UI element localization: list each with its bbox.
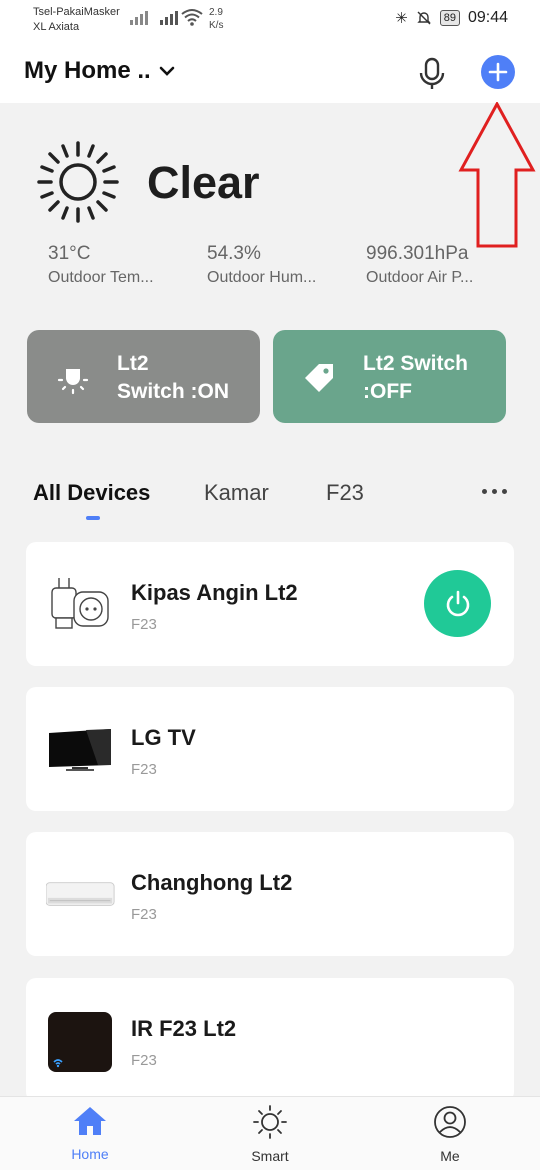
nav-me[interactable]: Me	[405, 1105, 495, 1164]
nav-label: Smart	[251, 1148, 289, 1164]
plus-icon	[488, 62, 508, 82]
chevron-down-icon	[159, 66, 175, 76]
device-room: F23	[131, 1052, 157, 1069]
scene-lt2-switch-off[interactable]: Lt2 Switch :OFF	[273, 330, 506, 423]
device-room: F23	[131, 906, 157, 923]
bottom-navigation: Home Smart Me	[0, 1096, 540, 1170]
stat-label: Outdoor Air P...	[366, 269, 474, 286]
nav-smart[interactable]: Smart	[225, 1105, 315, 1164]
tv-icon	[49, 729, 111, 771]
add-device-button[interactable]	[481, 55, 515, 89]
home-icon	[74, 1107, 106, 1135]
device-room: F23	[131, 761, 157, 778]
home-selector[interactable]: My Home ..	[24, 57, 175, 85]
power-icon	[446, 590, 470, 617]
device-card-changhong-lt2[interactable]: Changhong Lt2 F23	[26, 832, 514, 956]
scene-label-line-1: Lt2	[117, 352, 149, 375]
bluetooth-icon: ✳	[395, 10, 408, 27]
network-speed-unit: K/s	[209, 20, 224, 31]
home-name: My Home ..	[24, 57, 151, 84]
outdoor-humidity: 54.3% Outdoor Hum...	[207, 243, 337, 287]
sun-icon	[253, 1105, 287, 1139]
carrier-line-2: XL Axiata	[33, 21, 80, 33]
carrier-line-1: Tsel-PakaiMasker	[33, 6, 120, 18]
tag-icon	[305, 364, 333, 392]
network-speed-value: 2.9	[209, 7, 223, 18]
scene-label-line-2: Switch :ON	[117, 380, 230, 403]
device-name: Changhong Lt2	[131, 870, 293, 895]
status-bar: Tsel-PakaiMasker XL Axiata 2.9 K/s ✳ 89 …	[0, 0, 540, 40]
device-name: IR F23 Lt2	[131, 1016, 237, 1041]
scene-label: Lt2 Switch :OFF	[363, 350, 503, 406]
lightbulb-icon	[57, 369, 89, 395]
more-options-icon[interactable]	[482, 489, 507, 494]
outdoor-air-pressure: 996.301hPa Outdoor Air P...	[366, 243, 496, 287]
user-icon	[434, 1106, 466, 1138]
mute-bell-icon	[417, 11, 431, 25]
sun-icon	[37, 141, 119, 223]
scene-label-line-1: Lt2 Switch	[363, 352, 469, 375]
nav-label: Me	[440, 1148, 460, 1164]
power-toggle-button[interactable]	[424, 570, 491, 637]
device-room: F23	[131, 616, 157, 633]
ir-blaster-icon	[48, 1012, 112, 1072]
device-name: Kipas Angin Lt2	[131, 580, 298, 605]
scene-label: Lt2 Switch :ON	[117, 350, 257, 406]
scene-label-line-2: :OFF	[363, 380, 412, 403]
tab-kamar[interactable]: Kamar	[204, 480, 269, 506]
device-card-ir-f23-lt2[interactable]: IR F23 Lt2 F23	[26, 978, 514, 1102]
outdoor-temperature: 31°C Outdoor Tem...	[48, 243, 178, 287]
tab-all-devices[interactable]: All Devices	[33, 480, 150, 506]
wifi-icon	[181, 8, 203, 31]
nav-home[interactable]: Home	[45, 1105, 135, 1162]
stat-label: Outdoor Tem...	[48, 269, 154, 286]
smart-plug-icon	[51, 578, 109, 629]
network-speed: 2.9 K/s	[209, 6, 223, 32]
device-card-kipas-angin-lt2[interactable]: Kipas Angin Lt2 F23	[26, 542, 514, 666]
battery-indicator: 89	[439, 10, 460, 26]
stat-value: 996.301hPa	[366, 243, 469, 264]
nav-label: Home	[71, 1146, 109, 1162]
microphone-icon[interactable]	[416, 56, 448, 92]
stat-value: 54.3%	[207, 243, 261, 264]
clock: 09:44	[467, 9, 508, 26]
device-card-lg-tv[interactable]: LG TV F23	[26, 687, 514, 811]
air-conditioner-icon	[46, 882, 115, 906]
tab-f23[interactable]: F23	[326, 480, 364, 506]
active-tab-indicator	[86, 516, 100, 520]
room-tabs: All Devices Kamar F23	[0, 476, 540, 526]
carrier-name: Tsel-PakaiMasker XL Axiata	[33, 5, 120, 35]
signal-icon	[130, 9, 178, 25]
device-name: LG TV	[131, 725, 196, 750]
annotation-arrow-icon	[458, 102, 536, 248]
header: My Home ..	[0, 40, 540, 103]
status-right: ✳ 89 09:44	[395, 9, 508, 27]
weather-condition: Clear	[147, 157, 260, 208]
stat-label: Outdoor Hum...	[207, 269, 317, 286]
stat-value: 31°C	[48, 243, 91, 264]
scene-lt2-switch-on[interactable]: Lt2 Switch :ON	[27, 330, 260, 423]
